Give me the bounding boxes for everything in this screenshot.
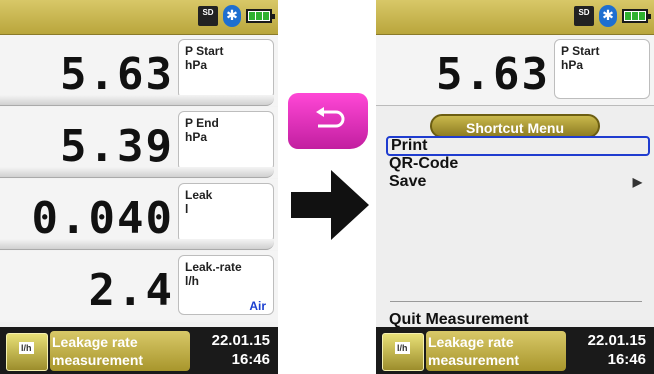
- leakage-meter-icon: l/h: [382, 333, 424, 371]
- row-divider: [0, 95, 274, 106]
- sd-card-icon: SD: [198, 6, 218, 26]
- row-divider: [0, 239, 274, 250]
- menu-item-save[interactable]: Save ▶: [386, 172, 650, 192]
- measurement-unit: l: [185, 202, 189, 216]
- bluetooth-icon: ✱: [223, 5, 241, 27]
- measurement-label-box: P Start hPa: [554, 39, 650, 99]
- row-divider: [0, 167, 274, 178]
- menu-item-label: Quit Measurement: [389, 311, 529, 328]
- measurement-unit: hPa: [185, 130, 208, 144]
- gas-type: Air: [249, 299, 266, 313]
- measurement-label: P End: [185, 116, 219, 130]
- measurement-value: 0.040: [31, 193, 174, 244]
- measurement-row-p-start: 5.63 P Start hPa: [0, 35, 278, 106]
- bluetooth-icon: ✱: [599, 5, 617, 27]
- time: 16:46: [231, 351, 270, 368]
- menu-item-label: Save: [389, 173, 427, 190]
- measurement-label: Leak.-rate: [185, 260, 242, 274]
- measurement-row-p-start: 5.63 P Start hPa: [376, 35, 654, 106]
- measurement-unit: hPa: [185, 58, 208, 72]
- battery-icon: [622, 9, 651, 23]
- measurement-label-box: P Start hPa: [178, 39, 274, 99]
- bottom-bar: l/h Leakage rate measurement 22.01.15 16…: [376, 327, 654, 374]
- menu-item-label: QR-Code: [389, 155, 459, 172]
- measurement-value: 5.63: [436, 49, 550, 100]
- bottom-bar: l/h Leakage rate measurement 22.01.15 16…: [0, 327, 278, 374]
- measurement-unit: hPa: [561, 58, 584, 72]
- time: 16:46: [607, 351, 646, 368]
- date: 22.01.15: [587, 332, 646, 349]
- menu-divider: [390, 301, 642, 302]
- measurement-label-box: P End hPa: [178, 111, 274, 171]
- menu-header: Shortcut Menu: [430, 114, 600, 138]
- measurement-unit: l/h: [185, 274, 199, 288]
- menu-item-label: Print: [391, 137, 428, 154]
- program-title-line2: measurement: [52, 352, 144, 368]
- measurement-label-box: Leak l: [178, 183, 274, 243]
- right-arrow-icon: [291, 170, 369, 240]
- program-title-line1: Leakage rate: [52, 334, 138, 350]
- device-screen-shortcut-menu: SD ✱ 5.63 P Start hPa Shortcut Menu Prin…: [376, 0, 654, 374]
- shortcut-menu: Shortcut Menu Print QR-Code Save ▶ Quit …: [376, 105, 654, 328]
- leakage-meter-icon: l/h: [6, 333, 48, 371]
- measurement-value: 5.63: [60, 49, 174, 100]
- measurement-label: Leak: [185, 188, 213, 202]
- measurement-value: 2.4: [88, 265, 174, 316]
- status-bar: SD ✱: [376, 0, 654, 35]
- status-bar: SD ✱: [0, 0, 278, 35]
- submenu-arrow-icon: ▶: [632, 175, 642, 189]
- measurement-label: P Start: [185, 44, 224, 58]
- measurement-row-leak-rate: 2.4 Leak.-rate l/h Air: [0, 251, 278, 322]
- measurement-value: 5.39: [60, 121, 174, 172]
- measurement-row-leak: 0.040 Leak l: [0, 179, 278, 250]
- sd-card-icon: SD: [574, 6, 594, 26]
- program-title-line1: Leakage rate: [428, 334, 514, 350]
- menu-item-qr-code[interactable]: QR-Code: [386, 154, 650, 174]
- battery-icon: [246, 9, 275, 23]
- menu-item-print[interactable]: Print: [386, 136, 650, 156]
- device-screen-measurement: SD ✱ 5.63 P Start hPa 5.39 P End hPa 0.0…: [0, 0, 278, 374]
- program-title-line2: measurement: [428, 352, 520, 368]
- back-key-button[interactable]: [288, 93, 368, 149]
- return-arrow-icon: [316, 107, 345, 128]
- measurement-label: P Start: [561, 44, 600, 58]
- measurement-row-p-end: 5.39 P End hPa: [0, 107, 278, 178]
- date: 22.01.15: [211, 332, 270, 349]
